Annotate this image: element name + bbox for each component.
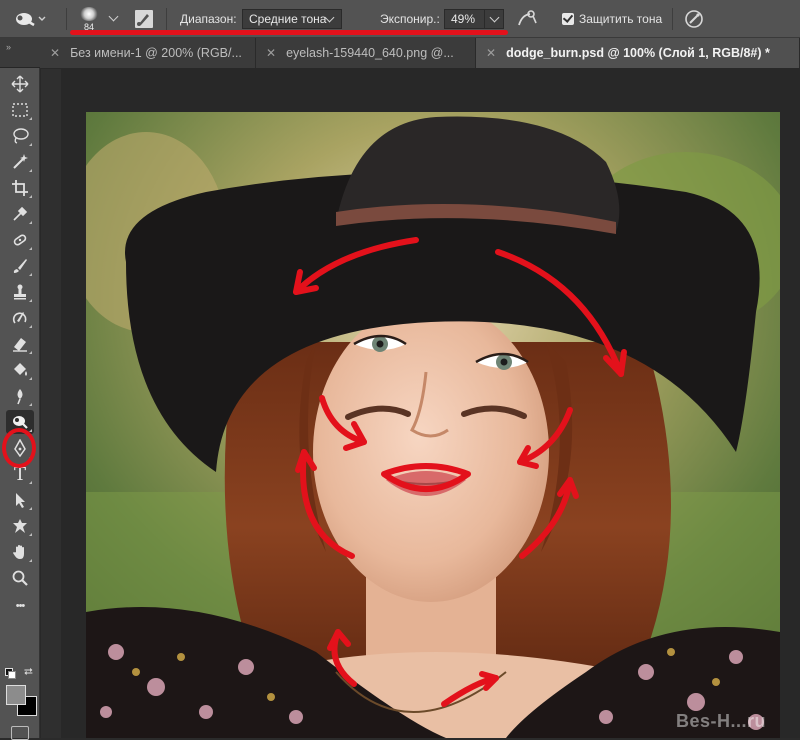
- more-tools-icon: •••: [15, 600, 26, 612]
- tab-document-1[interactable]: ✕ Без имени-1 @ 200% (RGB/...: [40, 38, 256, 68]
- history-brush-tool[interactable]: [6, 306, 34, 330]
- pen-tool[interactable]: [6, 436, 34, 460]
- eyedropper-tool-icon: [13, 206, 28, 221]
- zoom-tool[interactable]: [6, 566, 34, 590]
- exposure-slider-toggle[interactable]: [484, 9, 504, 29]
- separator: [672, 8, 673, 30]
- document-tab-bar: ✕ Без имени-1 @ 200% (RGB/... ✕ eyelash-…: [0, 38, 800, 68]
- close-icon[interactable]: ✕: [486, 46, 496, 60]
- foreground-color-swatch[interactable]: [6, 685, 26, 705]
- close-icon[interactable]: ✕: [50, 46, 60, 60]
- magic-wand-tool[interactable]: [6, 150, 34, 174]
- collapse-panel-icon[interactable]: »: [6, 42, 11, 52]
- separator: [66, 8, 67, 30]
- brush-tool[interactable]: [6, 254, 34, 278]
- healing-brush-tool-icon: [13, 234, 27, 246]
- pressure-icon: [685, 10, 703, 28]
- close-icon[interactable]: ✕: [266, 46, 276, 60]
- magic-wand-tool-icon: [13, 154, 28, 169]
- custom-shape-tool[interactable]: [6, 514, 34, 538]
- pen-tool-icon: [14, 439, 26, 457]
- chevron-down-icon[interactable]: [108, 11, 119, 22]
- annotation-underline: [70, 30, 508, 35]
- airbrush-icon: [518, 10, 537, 26]
- lasso-tool-icon: [13, 128, 29, 144]
- path-selection-tool-icon: [16, 493, 25, 508]
- dodge-tool-icon: [13, 416, 28, 429]
- default-colors-icon[interactable]: [5, 668, 16, 679]
- crop-tool[interactable]: [6, 176, 34, 200]
- brush-settings-icon: [135, 10, 153, 28]
- range-value: Средние тона: [249, 12, 327, 26]
- options-bar: 84 Диапазон: Средние тона Экспонир.: 49%…: [0, 0, 800, 38]
- protect-tones-label: Защитить тона: [579, 12, 663, 26]
- healing-brush-tool[interactable]: [6, 228, 34, 252]
- clone-stamp-tool[interactable]: [6, 280, 34, 304]
- lasso-tool[interactable]: [6, 124, 34, 148]
- tab-label: Без имени-1 @ 200% (RGB/...: [70, 46, 242, 60]
- airbrush-toggle[interactable]: [516, 0, 538, 38]
- type-tool-icon: T: [13, 463, 26, 485]
- checkbox-checked-icon: [562, 12, 574, 25]
- blur-tool-icon: [17, 389, 23, 405]
- pressure-size-toggle[interactable]: [684, 0, 704, 38]
- brush-tool-icon: [13, 259, 27, 273]
- separator: [166, 8, 167, 30]
- dodge-tool-preset-icon: [16, 13, 46, 27]
- paint-bucket-tool[interactable]: [6, 358, 34, 382]
- more-tools-button[interactable]: •••: [6, 594, 34, 618]
- hand-tool[interactable]: [6, 540, 34, 564]
- clone-stamp-tool-icon: [14, 284, 26, 300]
- range-dropdown[interactable]: Средние тона: [242, 9, 342, 29]
- chevron-down-icon: [489, 12, 500, 23]
- type-tool[interactable]: T: [6, 462, 34, 486]
- eraser-tool-icon: [13, 338, 27, 352]
- move-tool[interactable]: [6, 72, 34, 96]
- tool-preset-picker[interactable]: [12, 0, 46, 38]
- path-selection-tool[interactable]: [6, 488, 34, 512]
- canvas-left-margin: [41, 69, 61, 738]
- swap-colors-icon[interactable]: ⮂: [24, 666, 33, 679]
- zoom-tool-icon: [12, 570, 28, 586]
- tab-label: dodge_burn.psd @ 100% (Слой 1, RGB/8#) *: [506, 46, 770, 60]
- portrait-photo: [86, 112, 780, 738]
- custom-shape-tool-icon: [13, 519, 27, 533]
- tools-panel: T ••• ⮂: [0, 68, 40, 740]
- tab-label: eyelash-159440_640.png @...: [286, 46, 454, 60]
- move-tool-icon: [11, 75, 29, 93]
- tab-document-2[interactable]: ✕ eyelash-159440_640.png @...: [256, 38, 476, 68]
- eyedropper-tool[interactable]: [6, 202, 34, 226]
- document-canvas[interactable]: Bes-H...ru: [86, 112, 780, 738]
- tab-document-3[interactable]: ✕ dodge_burn.psd @ 100% (Слой 1, RGB/8#)…: [476, 38, 800, 68]
- marquee-tool[interactable]: [6, 98, 34, 122]
- crop-tool-icon: [12, 180, 28, 196]
- history-brush-tool-icon: [12, 312, 27, 324]
- protect-tones-checkbox[interactable]: Защитить тона: [562, 0, 662, 38]
- marquee-tool-icon: [12, 103, 28, 117]
- dodge-tool[interactable]: [6, 410, 34, 434]
- blur-tool[interactable]: [6, 384, 34, 408]
- eraser-tool[interactable]: [6, 332, 34, 356]
- brush-tip-preview-icon: [80, 6, 98, 21]
- hand-tool-icon: [13, 545, 24, 559]
- exposure-value: 49%: [451, 12, 476, 26]
- paint-bucket-tool-icon: [14, 363, 27, 376]
- watermark-text: Bes-H...ru: [675, 711, 766, 731]
